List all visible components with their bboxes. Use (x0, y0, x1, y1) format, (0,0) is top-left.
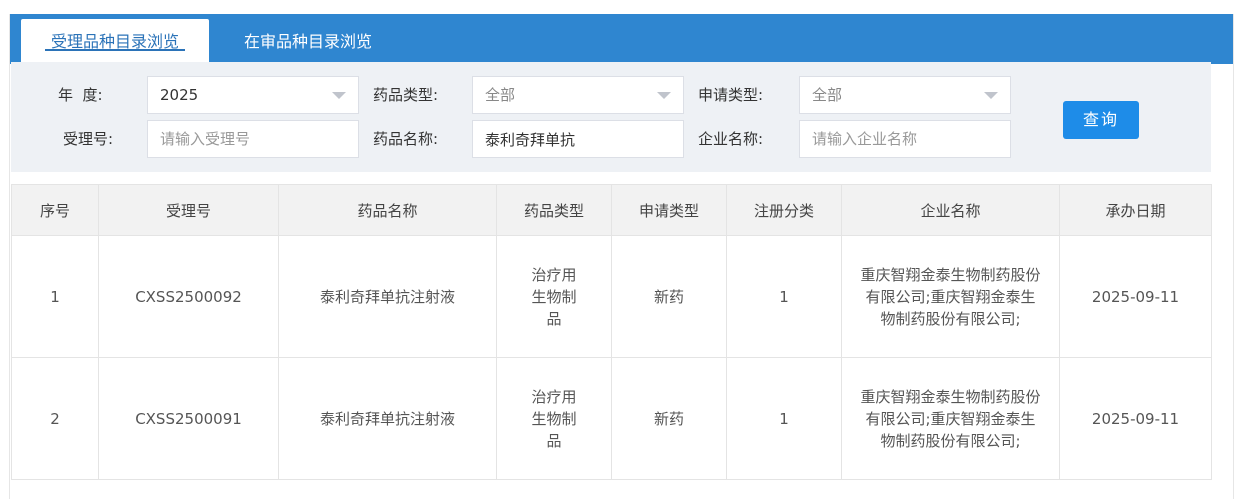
year-label: 年 度: (58, 86, 103, 104)
active-tab-underline (45, 49, 185, 51)
cell-date: 2025-09-11 (1059, 235, 1212, 358)
cell-drug-type: 治疗用生物制品 (496, 235, 612, 358)
header-apply-type: 申请类型 (611, 184, 727, 236)
cell-accept-no: CXSS2500091 (98, 357, 279, 480)
header-company: 企业名称 (841, 184, 1060, 236)
company-input[interactable] (799, 120, 1011, 158)
table-row: 2 CXSS2500091 泰利奇拜单抗注射液 治疗用生物制品 新药 1 重庆智… (11, 357, 1212, 480)
results-table: 序号 受理号 药品名称 药品类型 申请类型 注册分类 企业名称 承办日期 1 C… (11, 184, 1212, 480)
cell-drug-name: 泰利奇拜单抗注射液 (278, 235, 497, 358)
query-button[interactable]: 查询 (1063, 101, 1139, 139)
cell-apply-type: 新药 (611, 357, 727, 480)
header-drug-name: 药品名称 (278, 184, 497, 236)
apply-type-label: 申请类型: (698, 86, 764, 104)
cell-index: 2 (11, 357, 99, 480)
tab-under-review-catalog-label: 在审品种目录浏览 (243, 32, 372, 51)
header-accept-no: 受理号 (98, 184, 279, 236)
cell-apply-type: 新药 (611, 235, 727, 358)
cell-drug-name: 泰利奇拜单抗注射液 (278, 357, 497, 480)
cell-reg-class: 1 (726, 235, 842, 358)
header-date: 承办日期 (1059, 184, 1212, 236)
filter-panel: 年 度: 2025 药品类型: 全部 申请类型: 全部 受理号: 药品名称: 企… (11, 62, 1211, 172)
header-drug-type: 药品类型 (496, 184, 612, 236)
chevron-down-icon (984, 92, 998, 99)
year-select-value: 2025 (160, 86, 199, 104)
drug-type-select[interactable]: 全部 (472, 76, 684, 114)
tab-accepted-catalog[interactable]: 受理品种目录浏览 (21, 19, 209, 64)
cell-date: 2025-09-11 (1059, 357, 1212, 480)
drug-name-label: 药品名称: (373, 130, 439, 148)
apply-type-select-value: 全部 (812, 86, 843, 104)
table-row: 1 CXSS2500092 泰利奇拜单抗注射液 治疗用生物制品 新药 1 重庆智… (11, 235, 1212, 358)
chevron-down-icon (657, 92, 671, 99)
tab-bar: 受理品种目录浏览 在审品种目录浏览 (10, 14, 1233, 64)
tab-under-review-catalog[interactable]: 在审品种目录浏览 (223, 19, 393, 64)
accept-no-input[interactable] (147, 120, 359, 158)
cell-company: 重庆智翔金泰生物制药股份有限公司;重庆智翔金泰生物制药股份有限公司; (841, 357, 1060, 480)
table-header-row: 序号 受理号 药品名称 药品类型 申请类型 注册分类 企业名称 承办日期 (11, 184, 1212, 236)
drug-type-label: 药品类型: (373, 86, 439, 104)
cell-company: 重庆智翔金泰生物制药股份有限公司;重庆智翔金泰生物制药股份有限公司; (841, 235, 1060, 358)
apply-type-select[interactable]: 全部 (799, 76, 1011, 114)
header-index: 序号 (11, 184, 99, 236)
cell-accept-no: CXSS2500092 (98, 235, 279, 358)
drug-type-select-value: 全部 (485, 86, 516, 104)
company-label: 企业名称: (698, 130, 764, 148)
chevron-down-icon (332, 92, 346, 99)
cell-reg-class: 1 (726, 357, 842, 480)
cell-drug-type: 治疗用生物制品 (496, 357, 612, 480)
cell-index: 1 (11, 235, 99, 358)
accept-no-label: 受理号: (63, 130, 114, 148)
drug-name-input[interactable] (472, 120, 684, 158)
year-select[interactable]: 2025 (147, 76, 359, 114)
header-reg-class: 注册分类 (726, 184, 842, 236)
